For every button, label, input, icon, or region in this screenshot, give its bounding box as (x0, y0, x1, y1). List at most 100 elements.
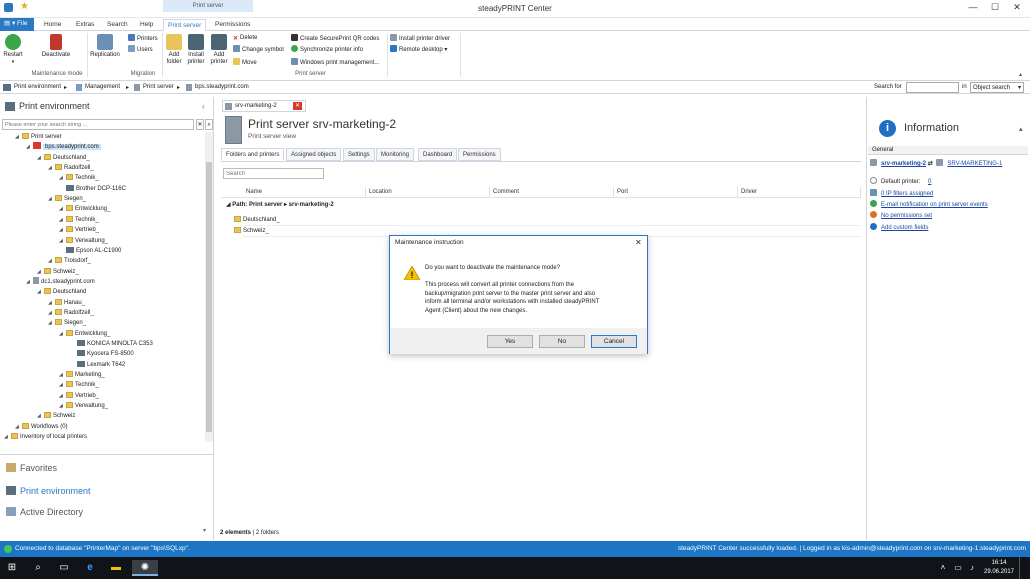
install-driver-button[interactable]: Install printer driver (390, 34, 450, 43)
tree-item[interactable]: ◢ Technik_ (59, 215, 99, 225)
tree-item[interactable]: ◢ bps.steadyprint.com (26, 142, 101, 152)
tree-item[interactable]: ◢ Radolfzell_ (48, 308, 94, 318)
tab-dashboard[interactable]: Dashboard (418, 148, 458, 161)
document-tab[interactable]: srv-marketing-2 ✕ (222, 100, 306, 112)
breadcrumb-management[interactable]: Management (85, 84, 120, 90)
tree-item[interactable]: ◢ Vertrieb_ (59, 225, 99, 235)
collapse-pane-icon[interactable]: ‹ (202, 102, 205, 111)
tab-permissions-view[interactable]: Permissions (458, 148, 501, 161)
expand-arrow-icon[interactable]: ◢ (59, 204, 64, 214)
expand-arrow-icon[interactable]: ◢ (59, 236, 64, 246)
add-folder-button[interactable]: Add folder (164, 34, 184, 66)
clear-icon[interactable]: ✕ (196, 119, 204, 130)
tab-extras[interactable]: Extras (72, 19, 98, 31)
expand-arrow-icon[interactable]: ◢ (48, 318, 53, 328)
steadyprint-taskbar-icon[interactable]: ✺ (132, 560, 158, 576)
column-comment[interactable]: Comment (490, 187, 614, 197)
tree-item[interactable]: ◢ Troisdorf_ (48, 256, 91, 266)
collapse-info-icon[interactable]: ▴ (1019, 125, 1023, 133)
expand-arrow-icon[interactable]: ◢ (59, 225, 64, 235)
search-input[interactable] (906, 82, 959, 93)
tab-folders-and-printers[interactable]: Folders and printers (221, 148, 285, 161)
printers-button[interactable]: Printers (128, 34, 158, 43)
expand-arrow-icon[interactable]: ◢ (26, 142, 31, 152)
tree-item[interactable]: KONICA MINOLTA C353 (70, 339, 153, 349)
explorer-icon[interactable]: ▬ (108, 560, 124, 576)
tree-item[interactable]: ◢ Entwicklung_ (59, 204, 110, 214)
server-link[interactable]: srv-marketing-2 (881, 161, 926, 167)
tree-item[interactable]: ◢ Hanau_ (48, 298, 85, 308)
tree-item[interactable]: Lexmark T642 (70, 360, 125, 370)
tree-item[interactable]: ◢ Siegen_ (48, 318, 86, 328)
win-print-mgmt-button[interactable]: Windows print management... (291, 58, 379, 67)
tree-item[interactable]: ◢ Technik_ (59, 173, 99, 183)
default-printer-link[interactable]: 0 (928, 179, 931, 185)
expand-arrow-icon[interactable]: ◢ (15, 422, 20, 432)
tab-home[interactable]: Home (40, 19, 65, 31)
start-icon[interactable]: ⊞ (4, 560, 20, 576)
expand-arrow-icon[interactable]: ◢ (48, 308, 53, 318)
expand-arrow-icon[interactable]: ◢ (48, 163, 53, 173)
scrollbar-thumb[interactable] (206, 162, 212, 432)
expand-arrow-icon[interactable]: ◢ (4, 432, 9, 442)
center-search-input[interactable] (223, 168, 324, 179)
expand-arrow-icon[interactable]: ◢ (48, 298, 53, 308)
tree-item[interactable]: Epson AL-C1900 (59, 246, 121, 256)
yes-button[interactable]: Yes (487, 335, 533, 348)
tree-item[interactable]: ◢ Verwaltung_ (59, 236, 108, 246)
tray-chevron-icon[interactable]: ˄ (935, 560, 951, 576)
tree-item[interactable]: ◢ Radolfzell_ (48, 163, 94, 173)
expand-arrow-icon[interactable]: ◢ (59, 329, 64, 339)
tree-item[interactable]: ◢ Siegen_ (48, 194, 86, 204)
column-name[interactable]: Name (243, 187, 366, 197)
maximize-icon[interactable]: ☐ (985, 2, 1005, 13)
dialog-close-icon[interactable]: ✕ (635, 238, 642, 247)
path-group-row[interactable]: ◢ Path: Print server ▸ srv-marketing-2 (226, 201, 334, 208)
cancel-button[interactable]: Cancel (591, 335, 637, 348)
tree-scrollbar[interactable] (205, 132, 213, 442)
no-button[interactable]: No (539, 335, 585, 348)
expand-arrow-icon[interactable]: ◢ (37, 153, 42, 163)
add-custom-fields-link[interactable]: Add custom fields (881, 225, 928, 231)
expand-arrow-icon[interactable]: ◢ (15, 132, 20, 142)
tab-search[interactable]: Search (103, 19, 132, 31)
minimize-icon[interactable]: — (963, 2, 983, 12)
install-printer-button[interactable]: Install printer (185, 34, 207, 66)
nav-active-directory[interactable]: Active Directory (6, 505, 83, 519)
tree-item[interactable]: ◢ Schweiz (37, 411, 75, 421)
expand-arrow-icon[interactable]: ◢ (59, 370, 64, 380)
tree-item[interactable]: Kyocera FS-8500 (70, 349, 134, 359)
table-row[interactable]: Deutschland_ (234, 215, 280, 225)
nav-favorites[interactable]: Favorites (6, 461, 57, 475)
add-printer-button[interactable]: Add printer (208, 34, 230, 66)
expand-arrow-icon[interactable]: ◢ (59, 215, 64, 225)
tab-help[interactable]: Help (136, 19, 157, 31)
expand-arrow-icon[interactable]: ◢ (37, 411, 42, 421)
search-taskbar-icon[interactable]: ⌕ (30, 560, 46, 576)
column-driver[interactable]: Driver (738, 187, 861, 197)
replication-button[interactable]: Replication (89, 34, 121, 59)
tree-item[interactable]: ◢ Deutschland_ (37, 153, 90, 163)
tree-item[interactable]: ◢ Print server (15, 132, 62, 142)
remote-desktop-button[interactable]: Remote desktop ▾ (390, 45, 447, 54)
tab-settings[interactable]: Settings (343, 148, 375, 161)
tree-item[interactable]: ◢ dc1.steadyprint.com (26, 276, 95, 287)
tree-item[interactable]: ◢ Verwaltung_ (59, 401, 108, 411)
expand-arrow-icon[interactable]: ◢ (48, 194, 53, 204)
close-tab-icon[interactable]: ✕ (293, 102, 302, 110)
tree-item[interactable]: ◢ Entwicklung_ (59, 329, 110, 339)
tab-permissions[interactable]: Permissions (211, 19, 254, 31)
column-location[interactable]: Location (366, 187, 490, 197)
sync-printer-info-button[interactable]: Synchronize printer info (291, 45, 363, 54)
ip-filters-link[interactable]: 0 IP filters assigned (881, 191, 933, 197)
expand-arrow-icon[interactable]: ◢ (37, 267, 42, 277)
tab-file[interactable]: ▤ ▾ File (0, 18, 34, 31)
tree-item[interactable]: ◢ Technik_ (59, 380, 99, 390)
breadcrumb-print-environment[interactable]: Print environment (14, 84, 61, 90)
permissions-link[interactable]: No permissions set (881, 213, 932, 219)
column-port[interactable]: Port (614, 187, 738, 197)
tree-item[interactable]: ◢ Schweiz_ (37, 267, 79, 277)
email-notification-link[interactable]: E-mail notification on print server even… (881, 202, 988, 208)
nav-options-icon[interactable]: ▾ (203, 527, 206, 534)
search-icon[interactable]: ⌕ (205, 119, 213, 130)
